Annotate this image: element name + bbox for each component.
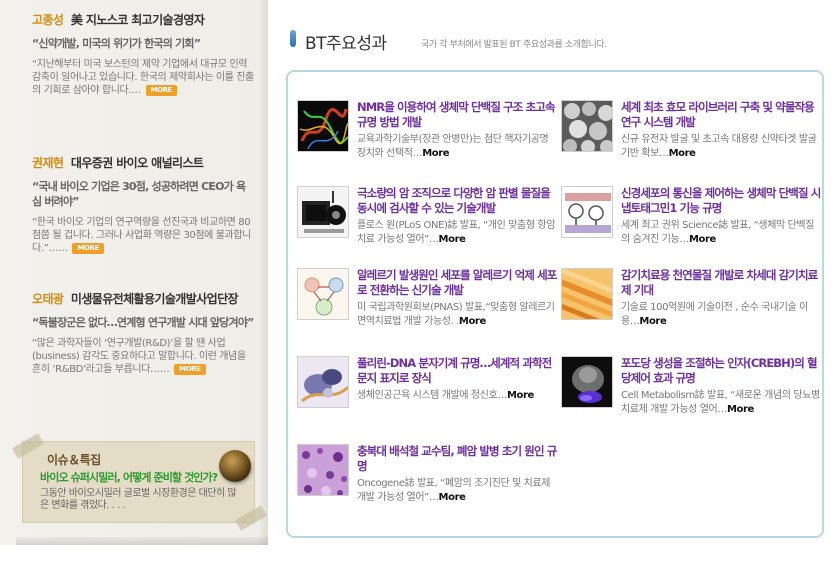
protein-structure-image[interactable]	[297, 100, 349, 152]
expert-heading: 권재현 대우증권 바이오 애널리스트	[32, 154, 254, 171]
more-button[interactable]: MORE	[145, 84, 177, 96]
result-item: 포도당 생성을 조절하는 인자(CREBH)의 혈당제어 효과 규명 Cell …	[561, 356, 821, 418]
result-title[interactable]: 신경세포의 통신을 제어하는 생체막 단백질 시냅토태그민1 기능 규명	[621, 186, 821, 216]
tape-decoration	[12, 433, 44, 459]
issue-feature-card[interactable]: 이슈＆특집 바이오 슈퍼시밀러, 어떻게 준비할 것인가? 그동안 바이오시밀러…	[12, 433, 267, 531]
expert-name: 오태광	[32, 292, 64, 306]
issue-headline[interactable]: 바이오 슈퍼시밀러, 어떻게 준비할 것인가?	[40, 469, 218, 485]
result-item: 신경세포의 통신을 제어하는 생체막 단백질 시냅토태그민1 기능 규명 세계 …	[561, 186, 821, 248]
yeast-cells-image[interactable]	[561, 100, 613, 152]
expert-quote[interactable]: “국내 바이오 기업은 30점, 성공하려면 CEO가 욕심 버려야”	[32, 179, 254, 209]
expert-body-text: “지난해부터 미국 보스턴의 제약 기업에서 대규모 인력 감축이 일어나고 있…	[32, 59, 254, 96]
expert-role: 美 지노스코 최고기술경영자	[70, 13, 205, 27]
cancer-detection-device-image[interactable]	[297, 186, 349, 238]
more-button[interactable]: MORE	[174, 363, 206, 375]
result-description-text: Cell Metabolism誌 발표, “새로운 개념의 당뇨병 치료제 개발…	[621, 390, 820, 415]
more-link[interactable]: More	[507, 390, 534, 401]
result-item: 감기치료용 천연물질 개발로 차세대 감기치료제 기대 기술료 100억원에 기…	[561, 268, 819, 330]
expert-heading: 고종성 美 지노스코 최고기술경영자	[32, 11, 254, 28]
more-link[interactable]: More	[727, 404, 754, 415]
section-subtitle: 국가 각 부처에서 발표된 BT 주요성과를 소개합니다.	[421, 40, 607, 50]
liver-scan-image[interactable]	[561, 356, 613, 408]
expert-body: “많은 과학자들이 ‘연구개발(R&D)’을 할 땐 사업(business) …	[32, 337, 254, 376]
expert-body: “지난해부터 미국 보스턴의 제약 기업에서 대규모 인력 감축이 일어나고 있…	[32, 58, 254, 97]
result-description: 교육과학기술부(장관 안병만)는 첨단 핵자기공명장치와 선택적…More	[357, 133, 557, 161]
expert-role: 미생물유전체활용기술개발사업단장	[70, 292, 239, 306]
expert-name: 고종성	[32, 13, 64, 27]
more-link[interactable]: More	[439, 492, 466, 503]
expert-body-text: “한국 바이오 기업의 연구역량을 선진국과 비교하면 80점쯤 될 겁니다. …	[32, 217, 251, 254]
more-link[interactable]: More	[639, 316, 666, 327]
result-description: Cell Metabolism誌 발표, “새로운 개념의 당뇨병 치료제 개발…	[621, 389, 821, 417]
expert-block-2: 권재현 대우증권 바이오 애널리스트 “국내 바이오 기업은 30점, 성공하려…	[32, 154, 254, 255]
result-description: 플로스 원(PLoS ONE)誌 발표, “개인 맞춤형 항암치료 가능성 열어…	[357, 219, 557, 247]
more-link[interactable]: More	[689, 234, 716, 245]
result-item: 알레르기 발생원인 세포를 알레르기 억제 세포로 전환하는 신기술 개발 미 …	[297, 268, 557, 330]
result-item: 세계 최초 효모 라이브러리 구축 및 약물작용 연구 시스템 개발 신규 유전…	[561, 100, 819, 162]
result-title[interactable]: 충북대 배석철 교수팀, 폐암 발병 초기 원인 규명	[357, 444, 557, 474]
result-item: 충북대 배석철 교수팀, 폐암 발병 초기 원인 규명 Oncogene誌 발표…	[297, 444, 557, 506]
virus-surface-image[interactable]	[561, 268, 613, 320]
expert-quote[interactable]: “신약개발, 미국의 위기가 한국의 기회”	[32, 36, 254, 51]
result-title[interactable]: 세계 최초 효모 라이브러리 구축 및 약물작용 연구 시스템 개발	[621, 100, 821, 130]
expert-quote[interactable]: “독불장군은 없다…연계형 연구개발 시대 앞당겨야”	[32, 315, 254, 330]
more-link[interactable]: More	[459, 316, 486, 327]
allergy-cell-diagram-image[interactable]	[297, 268, 349, 320]
result-title[interactable]: 포도당 생성을 조절하는 인자(CREBH)의 혈당제어 효과 규명	[621, 356, 821, 386]
issue-body: 그동안 바이오시밀러 글로벌 시장환경은 대단히 많은 변화를 겪었다. . .…	[40, 488, 237, 511]
result-item: NMR을 이용하여 생체막 단백질 구조 초고속 규명 방법 개발 교육과학기술…	[297, 100, 557, 162]
result-description: 생체인공근육 시스템 개발에 청신호…More	[357, 389, 557, 403]
expert-body-text: “많은 과학자들이 ‘연구개발(R&D)’을 할 땐 사업(business) …	[32, 338, 246, 375]
more-link[interactable]: More	[422, 148, 449, 159]
synapse-diagram-image[interactable]	[561, 186, 613, 238]
expert-heading: 오태광 미생물유전체활용기술개발사업단장	[32, 290, 254, 307]
result-item: 극소량의 암 조직으로 다양한 암 판별 물질을 동시에 검사할 수 있는 기술…	[297, 186, 555, 248]
molecular-machine-image[interactable]	[297, 356, 349, 408]
expert-block-1: 고종성 美 지노스코 최고기술경영자 “신약개발, 미국의 위기가 한국의 기회…	[32, 11, 254, 97]
lung-tissue-image[interactable]	[297, 444, 349, 496]
result-title[interactable]: 알레르기 발생원인 세포를 알레르기 억제 세포로 전환하는 신기술 개발	[357, 268, 557, 298]
result-description-text: 미 국립과학원회보(PNAS) 발표,“맞춤형 알레르기 면역치료법 개발 가능…	[357, 302, 555, 327]
result-description: 기술료 100억원에 기술이전 , 순수 국내기술 이용…More	[621, 301, 821, 329]
result-title[interactable]: 극소량의 암 조직으로 다양한 암 판별 물질을 동시에 검사할 수 있는 기술…	[357, 186, 557, 216]
result-description-text: 생체인공근육 시스템 개발에 청신호…	[357, 390, 507, 401]
result-description: 미 국립과학원회보(PNAS) 발표,“맞춤형 알레르기 면역치료법 개발 가능…	[357, 301, 557, 329]
more-link[interactable]: More	[669, 148, 696, 159]
result-description-text: 교육과학기술부(장관 안병만)는 첨단 핵자기공명장치와 선택적…	[357, 134, 549, 159]
result-description-text: 신규 유전자 발굴 및 초고속 대용량 신약타겟 발굴 기반 확보…	[621, 134, 817, 159]
expert-block-3: 오태광 미생물유전체활용기술개발사업단장 “독불장군은 없다…연계형 연구개발 …	[32, 290, 254, 376]
result-title[interactable]: NMR을 이용하여 생체막 단백질 구조 초고속 규명 방법 개발	[357, 100, 557, 130]
issue-title: 이슈＆특집	[47, 453, 101, 467]
section-bar-icon	[290, 30, 296, 47]
expert-body: “한국 바이오 기업의 연구역량을 선진국과 비교하면 80점쯤 될 겁니다. …	[32, 216, 254, 255]
result-description: 세계 최고 권위 Science誌 발표, “생체막 단백질의 숨겨진 기능…M…	[621, 219, 821, 247]
more-button[interactable]: MORE	[72, 242, 104, 254]
left-column: 고종성 美 지노스코 최고기술경영자 “신약개발, 미국의 위기가 한국의 기회…	[0, 0, 268, 545]
result-title[interactable]: 감기치료용 천연물질 개발로 차세대 감기치료제 기대	[621, 268, 821, 298]
expert-role: 대우증권 바이오 애널리스트	[70, 156, 204, 170]
result-description: 신규 유전자 발굴 및 초고속 대용량 신약타겟 발굴 기반 확보…More	[621, 133, 821, 161]
result-title[interactable]: 풀리린-DNA 분자기계 규명…세계적 과학전문지 표지로 장식	[357, 356, 557, 386]
section-title: BT주요성과	[305, 34, 387, 54]
expert-name: 권재현	[32, 156, 64, 170]
result-item: 풀리린-DNA 분자기계 규명…세계적 과학전문지 표지로 장식 생체인공근육 …	[297, 356, 555, 418]
more-link[interactable]: More	[439, 234, 466, 245]
result-description-text: 세계 최고 권위 Science誌 발표, “생체막 단백질의 숨겨진 기능…	[621, 220, 814, 245]
pushpin-icon	[219, 450, 251, 482]
result-description: Oncogene誌 발표, “폐암의 조기진단 및 치료제 개발 가능성 열어”…	[357, 477, 557, 505]
bt-results-panel: NMR을 이용하여 생체막 단백질 구조 초고속 규명 방법 개발 교육과학기술…	[286, 70, 824, 538]
left-column-bottom-shadow	[16, 537, 268, 545]
left-column-shadow	[258, 0, 268, 545]
